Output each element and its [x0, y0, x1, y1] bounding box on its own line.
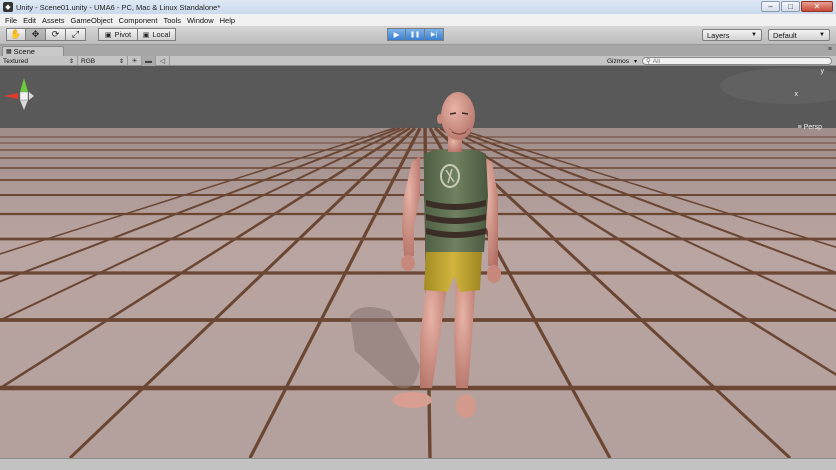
layers-label: Layers — [707, 30, 730, 40]
x-axis-arrow — [4, 93, 18, 99]
menu-help[interactable]: Help — [217, 16, 238, 25]
play-button[interactable]: ▶ — [387, 28, 406, 41]
pause-button[interactable]: ❚❚ — [406, 28, 425, 41]
scene-search-input[interactable]: ⚲ All — [642, 57, 832, 65]
bottom-panel-edge — [0, 458, 836, 470]
playback-controls: ▶ ❚❚ ▶| — [387, 28, 444, 41]
y-axis-arrow — [20, 78, 28, 92]
layers-dropdown[interactable]: Layers ▼ — [702, 29, 762, 41]
projection-text: Persp — [803, 124, 822, 131]
search-icon: ⚲ — [646, 58, 651, 65]
gizmos-dropdown[interactable]: Gizmos ▾ — [604, 56, 640, 66]
menu-assets[interactable]: Assets — [39, 16, 68, 25]
rotate-tool-button[interactable]: ⟳ — [46, 28, 66, 41]
render-mode-dropdown[interactable]: Textured ⇕ — [0, 56, 78, 66]
unity-logo-icon: ◆ — [3, 2, 13, 12]
title-bar: ◆ Unity - Scene01.unity - UMA6 - PC, Mac… — [0, 0, 836, 14]
chevron-down-icon: ▼ — [751, 32, 757, 38]
audio-toggle[interactable]: ◁ — [156, 56, 170, 66]
gizmo-y-label: y — [820, 68, 825, 75]
updown-icon: ⇕ — [118, 58, 124, 65]
tab-row: ▦ Scene ≡ — [0, 45, 836, 56]
render-mode-label: Textured — [3, 57, 28, 65]
hand-tool-button[interactable]: ✋ — [6, 28, 26, 41]
step-button[interactable]: ▶| — [425, 28, 444, 41]
pivot-tools: ▣ Pivot ▣ Local — [98, 28, 176, 41]
tab-scene[interactable]: ▦ Scene — [2, 46, 64, 56]
rotate-icon: ⟳ — [51, 29, 60, 39]
orientation-gizmo[interactable] — [0, 66, 40, 138]
local-toggle[interactable]: ▣ Local — [138, 28, 176, 41]
step-icon: ▶| — [430, 32, 438, 38]
scene-render — [0, 66, 836, 458]
layout-label: Default — [773, 30, 797, 40]
gizmos-label: Gizmos — [607, 57, 630, 65]
pivot-toggle[interactable]: ▣ Pivot — [98, 28, 138, 41]
menu-component[interactable]: Component — [116, 16, 161, 25]
scale-tool-button[interactable]: ⤢ — [66, 28, 86, 41]
scene-toolbar: Textured ⇕ RGB ⇕ ☀ ▬ ◁ Gizmos ▾ ⚲ All — [0, 56, 836, 66]
transform-tools: ✋ ✥ ⟳ ⤢ — [6, 28, 86, 41]
pivot-icon: ▣ — [104, 31, 112, 39]
scene-viewport[interactable]: y x ≡ Persp — [0, 66, 836, 458]
neg-y-arrow — [20, 100, 28, 110]
color-mode-dropdown[interactable]: RGB ⇕ — [78, 56, 128, 66]
window-title: Unity - Scene01.unity - UMA6 - PC, Mac &… — [16, 2, 221, 12]
move-icon: ✥ — [31, 29, 40, 39]
neg-x-arrow — [29, 92, 34, 100]
chevron-down-icon: ▾ — [633, 58, 637, 65]
effects-toggle[interactable]: ▬ — [142, 56, 156, 66]
updown-icon: ⇕ — [68, 58, 74, 65]
gizmo-center — [19, 91, 29, 101]
tab-menu-icon[interactable]: ≡ — [828, 46, 832, 53]
scene-icon: ▦ — [6, 49, 12, 55]
menu-gameobject[interactable]: GameObject — [68, 16, 116, 25]
hand-icon: ✋ — [10, 29, 22, 39]
menu-tools[interactable]: Tools — [160, 16, 184, 25]
local-icon: ▣ — [142, 31, 150, 39]
persp-icon: ≡ — [797, 124, 802, 131]
menu-edit[interactable]: Edit — [20, 16, 39, 25]
image-icon: ▬ — [145, 57, 152, 65]
main-toolbar: ✋ ✥ ⟳ ⤢ ▣ Pivot ▣ Local ▶ ❚❚ ▶| Layers ▼… — [0, 26, 836, 45]
window-controls: – □ ✕ — [761, 1, 833, 12]
gizmo-x-label: x — [794, 91, 799, 98]
projection-label[interactable]: ≡ Persp — [798, 124, 822, 131]
minimize-button[interactable]: – — [761, 1, 780, 12]
chevron-down-icon: ▼ — [819, 32, 825, 38]
scale-icon: ⤢ — [71, 29, 80, 39]
maximize-button[interactable]: □ — [781, 1, 800, 12]
menu-file[interactable]: File — [2, 16, 20, 25]
tab-scene-label: Scene — [13, 47, 35, 56]
search-placeholder: All — [652, 57, 660, 65]
move-tool-button[interactable]: ✥ — [26, 28, 46, 41]
local-label: Local — [152, 30, 171, 39]
layout-dropdown[interactable]: Default ▼ — [768, 29, 830, 41]
close-button[interactable]: ✕ — [801, 1, 833, 12]
pivot-label: Pivot — [114, 30, 132, 39]
play-icon: ▶ — [393, 30, 400, 39]
sky-background — [0, 66, 836, 136]
sun-icon: ☀ — [131, 58, 138, 65]
color-mode-label: RGB — [81, 57, 96, 65]
pause-icon: ❚❚ — [409, 32, 421, 38]
lighting-toggle[interactable]: ☀ — [128, 56, 142, 66]
menu-bar: File Edit Assets GameObject Component To… — [0, 14, 836, 26]
menu-window[interactable]: Window — [184, 16, 217, 25]
speaker-icon: ◁ — [159, 58, 166, 65]
